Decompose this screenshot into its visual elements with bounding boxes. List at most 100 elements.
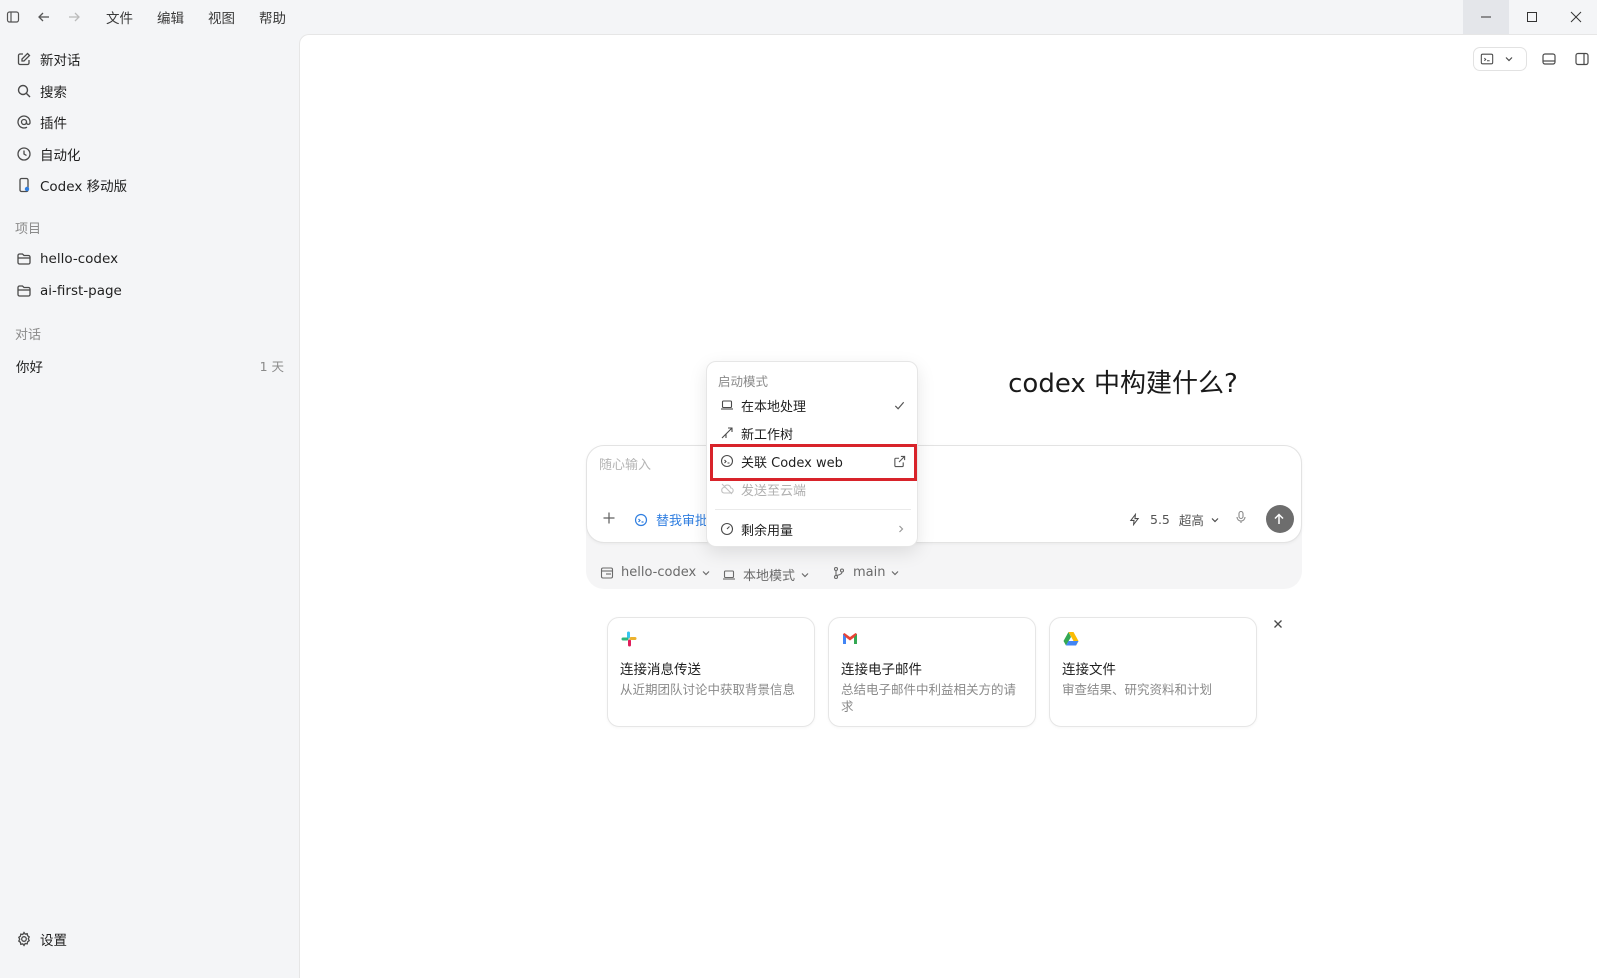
folder-icon	[16, 251, 32, 267]
sidebar-item-label: 自动化	[40, 148, 81, 164]
composer: 替我审批 5.5 超高	[586, 445, 1302, 543]
send-button[interactable]	[1266, 505, 1294, 533]
microphone-icon	[1234, 510, 1250, 524]
lightning-icon	[1128, 513, 1144, 526]
approval-icon	[634, 513, 650, 527]
card-title: 连接消息传送	[620, 662, 701, 678]
card-title: 连接电子邮件	[841, 662, 922, 678]
menu-help[interactable]: 帮助	[259, 7, 286, 27]
project-selector[interactable]: hello-codex	[600, 565, 717, 580]
slack-icon	[620, 630, 638, 648]
launch-mode-dropdown: 启动模式 在本地处理 新工作树 关联 Codex web 发送至云端 剩余用量	[706, 361, 918, 547]
dropdown-item-send-cloud: 发送至云端	[713, 476, 913, 502]
plus-icon	[601, 510, 617, 526]
voice-input-button[interactable]	[1234, 510, 1250, 524]
card-description: 审查结果、研究资料和计划	[1062, 682, 1213, 697]
mobile-icon	[16, 177, 32, 193]
settings-label: 设置	[40, 933, 67, 949]
menu-view[interactable]: 视图	[208, 7, 235, 27]
mode-selector-label: 本地模式	[743, 569, 796, 584]
clock-icon	[16, 146, 32, 162]
conversation-title: 你好	[16, 360, 43, 376]
side-panel-icon[interactable]	[1574, 51, 1590, 67]
dropdown-item-worktree[interactable]: 新工作树	[713, 420, 913, 446]
drive-icon	[1062, 630, 1080, 648]
close-window-button[interactable]	[1555, 0, 1597, 34]
minimize-button[interactable]	[1463, 0, 1509, 34]
dismiss-cards-button[interactable]	[1272, 618, 1284, 630]
branch-selector[interactable]: main	[832, 565, 906, 580]
card-description: 从近期团队讨论中获取背景信息	[620, 682, 796, 697]
chevron-down-icon	[800, 570, 816, 580]
at-icon	[16, 114, 32, 130]
sidebar-toggle-icon[interactable]	[1, 5, 25, 29]
main-panel: ⋮codex 中构建什么? hello-codex 本地模式 m	[299, 34, 1597, 978]
maximize-button[interactable]	[1509, 0, 1555, 34]
project-label: hello-codex	[40, 251, 119, 267]
dropdown-item-label: 发送至云端	[741, 483, 807, 499]
checkmark-icon	[893, 399, 906, 412]
conversation-time: 1 天	[259, 359, 284, 374]
project-item-hello-codex[interactable]: hello-codex	[16, 248, 118, 270]
chevron-down-icon	[1210, 515, 1226, 525]
chevron-right-icon	[896, 524, 906, 534]
back-arrow-icon[interactable]	[32, 5, 56, 29]
menu-file[interactable]: 文件	[106, 7, 133, 27]
connect-files-card[interactable]: 连接文件 审查结果、研究资料和计划	[1049, 617, 1257, 727]
dropdown-title: 启动模式	[718, 374, 769, 389]
edit-icon	[16, 51, 32, 67]
sidebar-item-mobile[interactable]: Codex 移动版	[16, 174, 127, 196]
worktree-icon	[720, 426, 734, 440]
sidebar-item-search[interactable]: 搜索	[16, 80, 67, 102]
project-icon	[600, 566, 616, 580]
editor-icon	[1480, 52, 1496, 66]
project-label: ai-first-page	[40, 283, 122, 299]
codex-web-icon	[720, 454, 734, 468]
gmail-icon	[841, 630, 859, 648]
top-right-controls	[1473, 47, 1590, 71]
branch-selector-label: main	[853, 565, 886, 580]
sidebar: 新对话 搜索 插件 自动化 Codex 移动版 项目 hello-codex a…	[0, 34, 300, 978]
arrow-up-icon	[1272, 512, 1288, 526]
search-icon	[16, 83, 32, 99]
project-selector-label: hello-codex	[621, 565, 697, 580]
sidebar-item-automation[interactable]: 自动化	[16, 143, 81, 165]
dropdown-item-usage[interactable]: 剩余用量	[713, 516, 913, 542]
external-link-icon	[893, 455, 906, 468]
cloud-off-icon	[720, 482, 734, 496]
sidebar-item-label: 搜索	[40, 85, 67, 101]
dropdown-item-local[interactable]: 在本地处理	[713, 392, 913, 418]
heading-text: codex 中构建什么?	[1008, 369, 1238, 399]
sidebar-item-new-chat[interactable]: 新对话	[16, 48, 81, 70]
connect-messaging-card[interactable]: 连接消息传送 从近期团队讨论中获取背景信息	[607, 617, 815, 727]
dropdown-item-label: 剩余用量	[741, 523, 794, 539]
open-in-editor-button[interactable]	[1473, 47, 1527, 71]
folder-icon	[16, 283, 32, 299]
sidebar-item-label: 插件	[40, 116, 67, 132]
conversation-item[interactable]: 你好 1 天	[16, 356, 284, 376]
close-icon	[1272, 618, 1284, 630]
dropdown-item-label: 新工作树	[741, 427, 794, 443]
dropdown-item-label: 关联 Codex web	[741, 455, 843, 471]
project-item-ai-first-page[interactable]: ai-first-page	[16, 280, 122, 302]
model-selector[interactable]: 5.5 超高	[1128, 510, 1226, 529]
gauge-icon	[720, 522, 734, 536]
mode-selector[interactable]: 本地模式	[722, 565, 816, 584]
gear-icon	[16, 931, 32, 947]
terminal-panel-icon[interactable]	[1541, 51, 1557, 67]
laptop-icon	[722, 568, 738, 582]
attach-button[interactable]	[601, 510, 617, 526]
chevron-down-icon	[890, 568, 906, 578]
settings-button[interactable]: 设置	[16, 928, 67, 950]
menu-edit[interactable]: 编辑	[157, 7, 184, 27]
dropdown-item-label: 在本地处理	[741, 399, 807, 415]
model-version: 5.5	[1150, 512, 1170, 527]
sidebar-item-label: Codex 移动版	[40, 179, 128, 195]
title-bar: 文件 编辑 视图 帮助	[0, 0, 1597, 34]
dropdown-divider	[715, 509, 911, 510]
projects-section-label: 项目	[15, 222, 42, 237]
dropdown-item-codex-web[interactable]: 关联 Codex web	[713, 448, 913, 474]
sidebar-item-plugins[interactable]: 插件	[16, 111, 67, 133]
connect-email-card[interactable]: 连接电子邮件 总结电子邮件中利益相关方的请求	[828, 617, 1036, 727]
forward-arrow-icon[interactable]	[62, 5, 86, 29]
